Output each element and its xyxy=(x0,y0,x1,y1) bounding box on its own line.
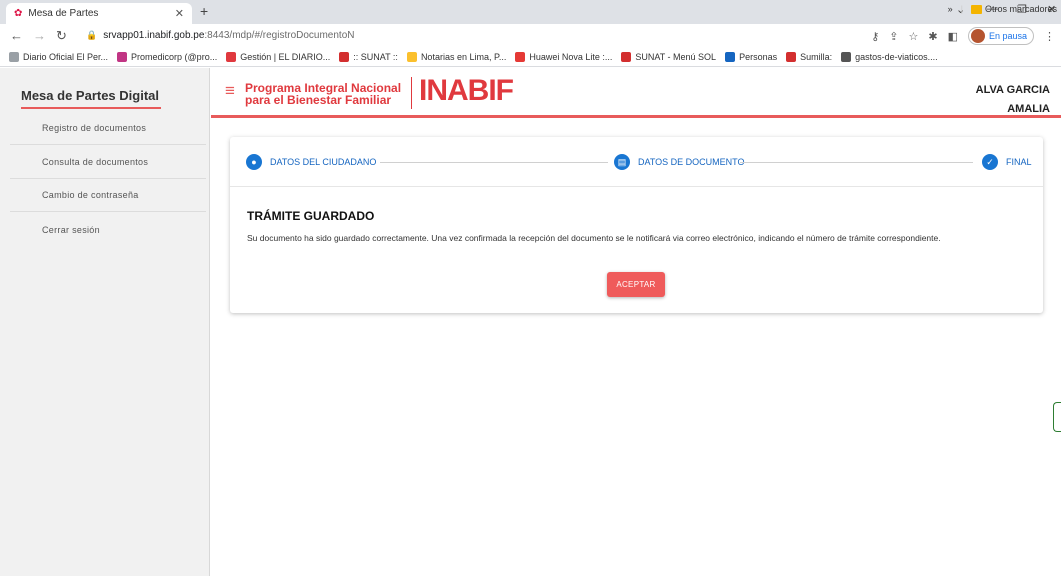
browser-toolbar: ← → ↻ 🔒 srvapp01.inabif.gob.pe :8443/mdp… xyxy=(0,24,1061,47)
sidebar-title-underline xyxy=(21,107,161,109)
sidebar-item-cerrar-sesion[interactable]: Cerrar sesión xyxy=(10,213,206,246)
bookmark-favicon-icon xyxy=(841,51,852,62)
bookmark-item[interactable]: Sumilla: xyxy=(786,51,833,62)
bookmark-favicon-icon xyxy=(621,51,632,62)
person-icon: ● xyxy=(246,154,262,170)
share-icon[interactable]: ⇪ xyxy=(889,30,898,43)
bookmark-favicon-icon xyxy=(406,51,417,62)
stepper: ● DATOS DEL CIUDADANO ▤ DATOS DE DOCUMEN… xyxy=(230,137,1043,187)
url-host: srvapp01.inabif.gob.pe xyxy=(103,30,205,41)
address-bar[interactable]: 🔒 srvapp01.inabif.gob.pe :8443/mdp/#/reg… xyxy=(74,27,914,44)
floating-widget[interactable] xyxy=(1053,402,1061,432)
folder-icon xyxy=(970,4,982,14)
user-name-line-2: AMALIA xyxy=(1007,103,1050,115)
bookmark-favicon-icon xyxy=(117,51,128,62)
bookmark-item[interactable]: Huawei Nova Lite :... xyxy=(515,51,613,62)
logo-divider xyxy=(411,77,412,109)
bookmark-item[interactable]: Promedicorp (@pro... xyxy=(117,51,218,62)
bookmark-label: Gestión | EL DIARIO... xyxy=(240,51,331,62)
document-icon: ▤ xyxy=(614,154,630,170)
bookmark-item[interactable]: gastos-de-viaticos.... xyxy=(841,51,938,62)
step-label: FINAL xyxy=(1006,157,1032,167)
step-label: DATOS DE DOCUMENTO xyxy=(638,157,745,167)
more-bookmarks-icon[interactable]: » xyxy=(948,4,953,14)
sidebar-item-cambio-contrasena[interactable]: Cambio de contraseña xyxy=(10,179,206,212)
sidebar-item-registro[interactable]: Registro de documentos xyxy=(10,112,206,145)
bookmark-label: :: SUNAT :: xyxy=(353,51,398,62)
other-bookmarks-label: Otros marcadores xyxy=(984,4,1057,14)
accept-button[interactable]: ACEPTAR xyxy=(607,272,665,297)
bookmark-favicon-icon xyxy=(226,51,237,62)
profile-status: En pausa xyxy=(988,31,1027,41)
sidebar-item-label: Registro de documentos xyxy=(42,123,147,133)
browser-tabbar: ✿ Mesa de Partes ✕ + ⌄ — ❐ ✕ xyxy=(0,0,1061,24)
bookmark-divider: | xyxy=(960,4,963,14)
back-icon[interactable]: ← xyxy=(10,28,23,43)
key-icon[interactable]: ⚷ xyxy=(871,30,879,43)
result-title: TRÁMITE GUARDADO xyxy=(247,209,375,223)
sidebar-item-label: Consulta de documentos xyxy=(42,157,149,167)
site-favicon-icon: ✿ xyxy=(14,8,23,19)
other-bookmarks[interactable]: Otros marcadores xyxy=(970,4,1057,14)
sidebar-title: Mesa de Partes Digital xyxy=(21,88,159,103)
registration-card: ● DATOS DEL CIUDADANO ▤ DATOS DE DOCUMEN… xyxy=(230,137,1043,313)
url-path: :8443/mdp/#/registroDocumentoN xyxy=(204,30,355,41)
profile-button[interactable]: En pausa xyxy=(967,27,1034,45)
hamburger-menu-icon[interactable]: ≡ xyxy=(225,81,235,101)
step-connector xyxy=(380,162,608,163)
bookmark-favicon-icon xyxy=(9,51,19,62)
sidebar-item-label: Cerrar sesión xyxy=(42,224,100,235)
bookmark-item[interactable]: Diario Oficial El Per... xyxy=(9,51,109,62)
bookmark-favicon-icon xyxy=(339,51,350,62)
forward-icon[interactable]: → xyxy=(33,28,46,43)
browser-tab[interactable]: ✿ Mesa de Partes ✕ xyxy=(6,3,192,24)
bookmarks-bar: Diario Oficial El Per... Promedicorp (@pr… xyxy=(0,47,1061,67)
lock-icon: 🔒 xyxy=(86,30,98,40)
bookmark-label: Notarias en Lima, P... xyxy=(420,51,507,62)
extensions-icon[interactable]: ✱ xyxy=(928,30,937,43)
app-header: ≡ Programa Integral Nacional para el Bie… xyxy=(211,68,1061,118)
inabif-logo: INABIF xyxy=(419,74,514,107)
bookmark-label: Huawei Nova Lite :... xyxy=(529,51,613,62)
user-name[interactable]: ALVA GARCIA AMALIA xyxy=(976,81,1050,119)
bookmark-favicon-icon xyxy=(515,51,526,62)
bookmark-item[interactable]: Notarias en Lima, P... xyxy=(406,51,507,62)
bookmark-item[interactable]: SUNAT - Menú SOL xyxy=(621,51,717,62)
bookmark-label: Promedicorp (@pro... xyxy=(131,51,218,62)
program-name: Programa Integral Nacional para el Biene… xyxy=(245,82,401,106)
sidebar: Mesa de Partes Digital Registro de docum… xyxy=(0,68,210,576)
close-tab-icon[interactable]: ✕ xyxy=(175,7,184,20)
sidepanel-icon[interactable]: ◧ xyxy=(948,30,958,43)
bookmark-label: Diario Oficial El Per... xyxy=(23,51,109,62)
step-label: DATOS DEL CIUDADANO xyxy=(270,157,377,167)
menu-icon[interactable]: ⋮ xyxy=(1044,30,1055,43)
step-final: ✓ FINAL xyxy=(982,154,1032,170)
user-name-line-1: ALVA GARCIA xyxy=(975,84,1050,96)
step-datos-ciudadano: ● DATOS DEL CIUDADANO xyxy=(246,154,376,170)
bookmark-item[interactable]: Personas xyxy=(725,51,778,62)
program-line-2: para el Bienestar Familiar xyxy=(245,93,392,107)
tab-title: Mesa de Partes xyxy=(28,8,99,19)
bookmark-favicon-icon xyxy=(786,51,797,62)
new-tab-icon[interactable]: + xyxy=(200,3,208,19)
bookmark-label: gastos-de-viaticos.... xyxy=(855,51,938,62)
bookmark-favicon-icon xyxy=(725,51,736,62)
main-content: ● DATOS DEL CIUDADANO ▤ DATOS DE DOCUMEN… xyxy=(211,121,1061,576)
bookmark-label: Personas xyxy=(739,51,778,62)
star-icon[interactable]: ☆ xyxy=(908,30,918,43)
sidebar-item-label: Cambio de contraseña xyxy=(42,190,139,200)
reload-icon[interactable]: ↻ xyxy=(56,28,67,44)
check-icon: ✓ xyxy=(982,154,998,170)
step-connector xyxy=(740,162,973,163)
bookmark-label: Sumilla: xyxy=(800,51,833,62)
sidebar-item-consulta[interactable]: Consulta de documentos xyxy=(10,146,206,179)
result-message: Su documento ha sido guardado correctame… xyxy=(247,233,941,243)
bookmark-label: SUNAT - Menú SOL xyxy=(635,51,717,62)
avatar xyxy=(970,29,985,43)
step-datos-documento: ▤ DATOS DE DOCUMENTO xyxy=(614,154,745,170)
bookmark-item[interactable]: :: SUNAT :: xyxy=(339,51,398,62)
bookmark-item[interactable]: Gestión | EL DIARIO... xyxy=(226,51,331,62)
